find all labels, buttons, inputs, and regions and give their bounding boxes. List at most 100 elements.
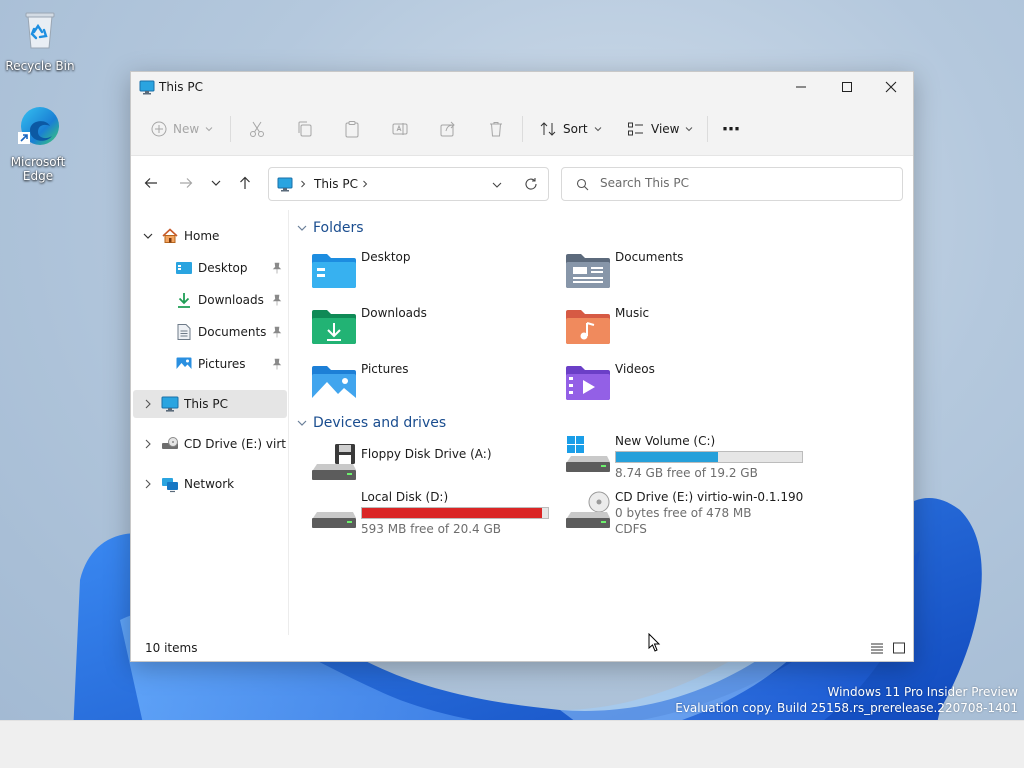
recycle-bin-icon	[25, 12, 55, 49]
chevron-right-icon[interactable]	[141, 399, 155, 409]
document-icon	[175, 323, 193, 341]
content-pane: Folders Desktop Documents Downloads Musi…	[291, 210, 913, 635]
downloads-folder-icon	[312, 310, 356, 344]
drive-file-system: CDFS	[615, 522, 647, 536]
pin-icon	[272, 262, 282, 274]
new-button[interactable]: New	[151, 115, 213, 143]
view-button[interactable]: View	[627, 115, 693, 143]
sidebar-item-pictures[interactable]: Pictures	[133, 350, 287, 378]
large-icons-view-icon	[893, 642, 905, 654]
command-bar: New Sort View ⋯	[131, 102, 913, 156]
hard-drive-icon	[312, 512, 356, 528]
cd-drive-icon	[566, 491, 610, 528]
chevron-down-icon	[594, 127, 601, 132]
drive-new-volume-c[interactable]: New Volume (C:) 8.74 GB free of 19.2 GB	[565, 434, 815, 484]
watermark-line-1: Windows 11 Pro Insider Preview	[827, 685, 1018, 699]
paste-button[interactable]	[343, 115, 361, 143]
drive-name: CD Drive (E:) virtio-win-0.1.190	[615, 490, 804, 504]
details-view-button[interactable]	[869, 640, 885, 656]
sidebar-item-desktop[interactable]: Desktop	[133, 254, 287, 282]
sidebar-item-network[interactable]: Network	[133, 470, 287, 498]
pictures-icon	[175, 355, 193, 373]
folder-music[interactable]: Music	[565, 306, 815, 356]
sidebar-item-downloads[interactable]: Downloads	[133, 286, 287, 314]
sidebar-item-label: Downloads	[198, 293, 264, 307]
sidebar-item-label: Network	[184, 477, 235, 491]
item-count: 10 items	[145, 641, 198, 655]
more-options-button[interactable]: ⋯	[722, 115, 740, 143]
drives-group-header[interactable]: Devices and drives	[297, 415, 446, 431]
folder-name: Music	[615, 306, 650, 320]
more-icon: ⋯	[722, 118, 740, 140]
folders-group-header[interactable]: Folders	[297, 220, 364, 236]
watermark-line-2: Evaluation copy. Build 25158.rs_prerelea…	[675, 701, 1018, 715]
folder-desktop[interactable]: Desktop	[311, 250, 561, 300]
copy-icon	[298, 121, 312, 137]
drive-floppy-a[interactable]: Floppy Disk Drive (A:)	[311, 442, 561, 492]
drives-header-label: Devices and drives	[313, 415, 447, 431]
desktop-icon-edge[interactable]: Microsoft Edge	[0, 104, 76, 183]
drive-free-space: 8.74 GB free of 19.2 GB	[615, 466, 758, 480]
refresh-icon[interactable]	[524, 177, 538, 191]
forward-button[interactable]	[173, 170, 199, 196]
delete-button[interactable]	[487, 115, 505, 143]
maximize-button[interactable]	[824, 72, 870, 102]
minimize-button[interactable]	[778, 72, 824, 102]
sort-button[interactable]: Sort	[539, 115, 602, 143]
sidebar-item-home[interactable]: Home	[133, 222, 287, 250]
chevron-down-icon	[297, 420, 307, 426]
folder-downloads[interactable]: Downloads	[311, 306, 561, 356]
chevron-down-icon[interactable]	[141, 231, 155, 241]
sidebar-item-documents[interactable]: Documents	[133, 318, 287, 346]
folders-header-label: Folders	[313, 220, 364, 236]
network-icon	[161, 475, 179, 493]
close-button[interactable]	[868, 72, 914, 102]
recent-locations-button[interactable]	[203, 170, 229, 196]
title-bar[interactable]: This PC	[131, 72, 913, 102]
drive-cd-e[interactable]: CD Drive (E:) virtio-win-0.1.190 0 bytes…	[565, 490, 815, 550]
view-label: View	[651, 122, 680, 136]
navigation-bar: This PC	[131, 156, 913, 210]
copy-button[interactable]	[296, 115, 314, 143]
drive-name: Floppy Disk Drive (A:)	[361, 447, 492, 461]
rename-button[interactable]	[391, 115, 409, 143]
pin-icon	[272, 326, 282, 338]
folder-videos[interactable]: Videos	[565, 362, 815, 412]
sidebar-item-cd-drive[interactable]: CD Drive (E:) virtio-win-0.1.190	[133, 430, 287, 458]
drive-name: Local Disk (D:)	[361, 490, 449, 504]
large-icons-view-button[interactable]	[891, 640, 907, 656]
drive-local-disk-d[interactable]: Local Disk (D:) 593 MB free of 20.4 GB	[311, 490, 561, 540]
cut-icon	[250, 121, 264, 137]
chevron-right-icon[interactable]	[141, 439, 155, 449]
view-icon	[628, 122, 643, 136]
drive-free-space: 0 bytes free of 478 MB	[615, 506, 752, 520]
this-pc-icon	[161, 395, 179, 413]
sort-label: Sort	[563, 122, 588, 136]
toolbar-separator	[522, 116, 523, 142]
back-button[interactable]	[138, 170, 164, 196]
breadcrumb-this-pc[interactable]: This PC	[314, 177, 358, 191]
chevron-down-icon	[686, 127, 693, 132]
cut-button[interactable]	[248, 115, 266, 143]
desktop-icon-label: Recycle Bin	[5, 59, 75, 73]
address-dropdown-icon[interactable]	[492, 180, 502, 190]
chevron-right-icon	[301, 180, 306, 188]
folder-name: Videos	[615, 362, 655, 376]
paste-icon	[345, 121, 359, 138]
new-icon	[151, 121, 167, 137]
mouse-cursor	[648, 633, 661, 652]
file-explorer-window: This PC New Sort View ⋯ This PC Search T…	[130, 71, 914, 662]
search-box[interactable]	[561, 167, 903, 201]
folder-documents[interactable]: Documents	[565, 250, 815, 300]
up-button[interactable]	[232, 170, 258, 196]
desktop-icon-recycle-bin[interactable]: Recycle Bin	[2, 8, 78, 73]
search-input[interactable]	[600, 176, 890, 190]
sidebar-item-this-pc[interactable]: This PC	[133, 390, 287, 418]
folder-pictures[interactable]: Pictures	[311, 362, 561, 412]
address-bar[interactable]: This PC	[268, 167, 549, 201]
share-button[interactable]	[439, 115, 457, 143]
window-title: This PC	[159, 80, 203, 94]
this-pc-icon	[139, 80, 155, 95]
chevron-down-icon	[211, 180, 221, 186]
chevron-right-icon[interactable]	[141, 479, 155, 489]
